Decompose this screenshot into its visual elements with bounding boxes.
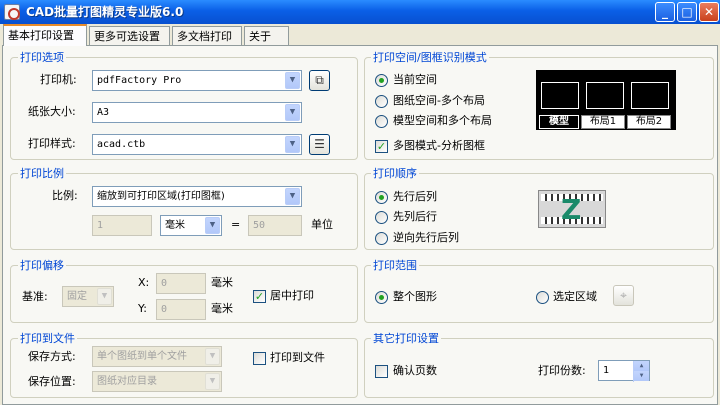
center-print-label: 居中打印 [270,289,314,302]
tab-more-options[interactable]: 更多可选设置 [89,26,170,45]
printer-properties-button[interactable]: ⧉ [309,70,330,91]
tab-about[interactable]: 关于 [244,26,289,45]
pick-area-button[interactable]: ⌖ [613,285,634,306]
radio-selected-area[interactable] [536,291,549,304]
offset-title: 打印偏移 [18,259,66,272]
print-to-file-label: 打印到文件 [270,351,325,364]
printer-properties-icon: ⧉ [315,73,324,87]
print-to-file-checkbox[interactable] [253,352,266,365]
scale-select[interactable]: 缩放到可打印区域(打印图框) ▼ [92,186,302,207]
title-bar: CAD批量打图精灵专业版6.0 _ □ ✕ [0,0,720,24]
radio-whole-drawing[interactable] [375,291,388,304]
paper-size-select[interactable]: A3 ▼ [92,102,302,123]
chevron-down-icon: ▼ [285,188,300,205]
equals-label: = [231,218,241,231]
print-order-icon: Z [538,190,606,228]
window-title: CAD批量打图精灵专业版6.0 [26,5,184,19]
spin-down-icon[interactable]: ▼ [634,371,649,381]
printer-select[interactable]: pdfFactory Pro ▼ [92,70,302,91]
save-location-label: 保存位置: [28,375,76,388]
chevron-down-icon: ▼ [285,136,300,153]
column-first-label: 先列后行 [393,210,437,223]
space-preview-image: 模型 布局1 布局2 [536,70,676,130]
scale-label: 比例: [52,189,78,202]
minimize-button[interactable]: _ [655,2,675,22]
app-icon [4,4,20,20]
reverse-row-first-label: 逆向先行后列 [393,231,459,244]
pick-area-icon: ⌖ [620,288,627,302]
whole-drawing-label: 整个图形 [393,290,437,303]
base-select[interactable]: 固定 ▼ [62,286,114,307]
print-options-title: 打印选项 [18,51,66,64]
unit-label: 单位 [311,218,333,231]
chevron-down-icon: ▼ [285,104,300,121]
print-style-label: 打印样式: [28,137,76,150]
x-offset-input[interactable]: 0 [156,273,206,294]
space-mode-title: 打印空间/图框识别模式 [371,51,489,64]
save-mode-label: 保存方式: [28,350,76,363]
radio-reverse-row-first[interactable] [375,232,388,245]
preview-frame [541,82,579,109]
chevron-down-icon: ▼ [205,217,220,234]
preview-tab-layout2: 布局2 [627,115,671,129]
radio-row-first[interactable] [375,191,388,204]
preview-tab-model: 模型 [539,115,579,129]
tab-multi-document[interactable]: 多文档打印 [172,26,242,45]
style-edit-button[interactable]: ☰ [309,134,330,155]
preview-frame [631,82,669,109]
z-order-icon: Z [561,193,582,226]
range-title: 打印范围 [371,259,419,272]
radio-paper-space[interactable] [375,95,388,108]
maximize-button[interactable]: □ [677,2,697,22]
paper-space-label: 图纸空间-多个布局 [393,94,485,107]
chevron-down-icon: ▼ [205,348,220,365]
y-offset-input[interactable]: 0 [156,299,206,320]
other-settings-title: 其它打印设置 [371,332,441,345]
multi-frame-checkbox[interactable]: ✓ [375,140,388,153]
radio-model-and-layouts[interactable] [375,115,388,128]
selected-area-label: 选定区域 [553,290,597,303]
checkmark-icon: ✓ [254,290,265,303]
current-space-label: 当前空间 [393,73,437,86]
scale-title: 打印比例 [18,167,66,180]
chevron-down-icon: ▼ [205,373,220,390]
close-button[interactable]: ✕ [699,2,719,22]
print-style-select[interactable]: acad.ctb ▼ [92,134,302,155]
tab-basic-print[interactable]: 基本打印设置 [3,24,87,46]
confirm-pages-checkbox[interactable] [375,365,388,378]
x-label: X: [138,276,150,289]
chevron-down-icon: ▼ [97,288,112,305]
copies-input[interactable]: 1 ▲ ▼ [598,360,650,382]
copies-spinner[interactable]: ▲ ▼ [633,361,649,382]
preview-frame [586,82,624,109]
printer-label: 打印机: [40,73,77,86]
style-edit-icon: ☰ [314,137,325,151]
model-and-layouts-label: 模型空间和多个布局 [393,114,492,127]
preview-tab-layout1: 布局1 [581,115,625,129]
center-print-checkbox[interactable]: ✓ [253,290,266,303]
scale-right-input[interactable]: 50 [248,215,302,236]
radio-current-space[interactable] [375,74,388,87]
order-title: 打印顺序 [371,167,419,180]
scale-group [10,173,358,250]
y-unit-label: 毫米 [211,302,233,315]
multi-frame-label: 多图模式-分析图框 [393,139,485,152]
y-label: Y: [138,302,147,315]
row-first-label: 先行后列 [393,190,437,203]
confirm-pages-label: 确认页数 [393,364,437,377]
spin-up-icon[interactable]: ▲ [634,361,649,371]
paper-size-label: 纸张大小: [28,105,76,118]
checkmark-icon: ✓ [376,140,387,153]
chevron-down-icon: ▼ [285,72,300,89]
save-location-select[interactable]: 图纸对应目录 ▼ [92,371,222,392]
copies-label: 打印份数: [538,364,586,377]
to-file-title: 打印到文件 [18,332,77,345]
base-label: 基准: [22,290,48,303]
scale-unit-select[interactable]: 毫米 ▼ [160,215,222,236]
scale-left-input[interactable]: 1 [92,215,152,236]
radio-column-first[interactable] [375,211,388,224]
x-unit-label: 毫米 [211,276,233,289]
save-mode-select[interactable]: 单个图纸到单个文件 ▼ [92,346,222,367]
